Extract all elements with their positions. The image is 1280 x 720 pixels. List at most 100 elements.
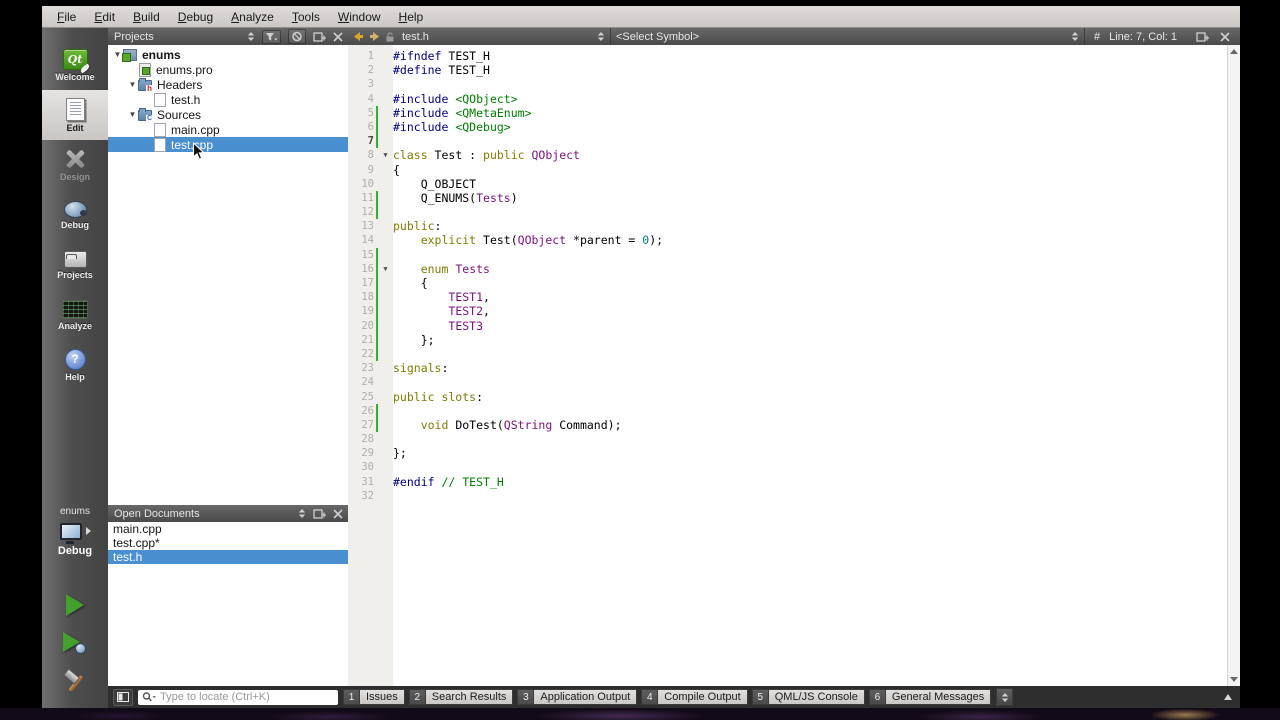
menu-item-window[interactable]: Window	[329, 8, 390, 26]
projects-panel-title[interactable]: Projects	[113, 31, 240, 43]
output-pane-button-general-messages[interactable]: 6 General Messages	[868, 689, 992, 705]
mode-label-help: Help	[65, 371, 85, 382]
build-hammer-icon[interactable]	[62, 670, 88, 694]
tree-row-main-cpp[interactable]: main.cpp	[108, 122, 348, 137]
menu-item-help[interactable]: Help	[390, 8, 433, 26]
navigation-column: Projects ▼enumsenums.pro▼Headerstest.h▼S…	[108, 28, 349, 686]
filter-icon[interactable]	[262, 29, 281, 44]
code-text: class Test : public QObject	[393, 148, 580, 163]
expander-icon[interactable]: ▼	[127, 110, 138, 119]
locator[interactable]	[138, 689, 338, 705]
mode-welcome[interactable]: Qt Welcome	[42, 40, 108, 90]
output-pane-combo-icon[interactable]	[996, 688, 1014, 706]
mode-analyze[interactable]: Analyze	[42, 290, 108, 340]
mode-help[interactable]: ? Help	[42, 340, 108, 390]
split-icon[interactable]	[313, 31, 326, 42]
output-pane-button-application-output[interactable]: 3 Application Output	[517, 689, 638, 705]
output-pane-button-issues[interactable]: 1 Issues	[343, 689, 405, 705]
mode-design[interactable]: Design	[42, 140, 108, 190]
menu-item-analyze[interactable]: Analyze	[222, 8, 283, 26]
combo-arrows-icon[interactable]	[298, 508, 306, 519]
open-doc-main-cpp[interactable]: main.cpp	[108, 522, 348, 536]
code-line: 30	[348, 460, 1228, 474]
scroll-down-icon[interactable]	[1230, 677, 1238, 682]
code-line: 5 #include <QMetaEnum>	[348, 105, 1228, 120]
back-icon[interactable]	[353, 31, 364, 42]
computer-icon	[59, 522, 82, 544]
output-pane-button-compile-output[interactable]: 4 Compile Output	[641, 689, 748, 705]
line-number: 14	[361, 234, 374, 247]
code-line: 28	[348, 432, 1228, 446]
menu-item-tools[interactable]: Tools	[283, 8, 329, 26]
combo-arrows-icon[interactable]	[597, 31, 605, 42]
combo-arrows-icon[interactable]	[1071, 31, 1079, 42]
line-number: 27	[361, 418, 374, 431]
line-number: 11	[361, 191, 374, 204]
line-number: 29	[361, 447, 374, 460]
code-text: TEST1,	[448, 290, 490, 305]
menu-item-edit[interactable]: Edit	[85, 8, 124, 26]
tree-row-enums-pro[interactable]: enums.pro	[108, 62, 348, 77]
code-text: #include <QObject>	[393, 91, 518, 106]
code-line: 13 public:	[348, 219, 1228, 233]
mode-edit[interactable]: Edit	[42, 90, 108, 140]
split-icon[interactable]	[313, 508, 326, 519]
split-icon[interactable]	[1196, 31, 1209, 42]
tree-row-test-cpp[interactable]: test.cpp	[108, 137, 348, 152]
output-pane-button-qml-js-console[interactable]: 5 QML/JS Console	[751, 689, 865, 705]
tree-row-test-h[interactable]: test.h	[108, 92, 348, 107]
projects-panel-header: Projects	[108, 28, 348, 46]
debug-play-icon[interactable]	[63, 632, 87, 654]
mode-debug[interactable]: Debug	[42, 190, 108, 240]
code-line: 22	[348, 346, 1228, 362]
tree-row-Headers[interactable]: ▼ Headers	[108, 77, 348, 93]
symbol-count-icon[interactable]: #	[1094, 31, 1100, 43]
screenshot-root: { "menu_bar": {"items": ["File", "Edit",…	[0, 0, 1280, 720]
fold-marker-icon[interactable]: ▼	[378, 148, 393, 162]
code-line: 20 TEST3	[348, 318, 1228, 333]
open-doc-test-cpp-[interactable]: test.cpp*	[108, 536, 348, 550]
code-text: #ifndef TEST_H	[393, 49, 490, 63]
tree-row-enums[interactable]: ▼ enums	[108, 47, 348, 62]
pane-label: Compile Output	[657, 689, 748, 705]
combo-arrows-icon[interactable]	[247, 31, 255, 42]
close-icon[interactable]	[333, 31, 343, 42]
scroll-up-icon[interactable]	[1230, 49, 1238, 54]
line-number: 2	[367, 64, 374, 77]
pane-number-badge: 6	[868, 689, 885, 705]
output-pane-button-search-results[interactable]: 2 Search Results	[408, 689, 514, 705]
mode-sidebar: Qt Welcome Edit Design Debug Projects Analyze?…	[42, 28, 108, 708]
menu-item-debug[interactable]: Debug	[169, 8, 222, 26]
pane-label: Application Output	[533, 689, 638, 705]
editor-scrollbar[interactable]	[1227, 45, 1240, 686]
menu-item-build[interactable]: Build	[124, 8, 169, 26]
pane-number-badge: 2	[408, 689, 425, 705]
symbol-selector[interactable]: <Select Symbol>	[610, 28, 1084, 45]
code-line: 1 #ifndef TEST_H	[348, 49, 1228, 63]
expander-icon[interactable]: ▼	[127, 80, 138, 89]
locator-input[interactable]	[158, 690, 334, 704]
open-doc-test-h[interactable]: test.h	[108, 550, 348, 564]
close-icon[interactable]	[1220, 31, 1230, 42]
mode-projects[interactable]: Projects	[42, 240, 108, 290]
sync-icon[interactable]	[288, 29, 306, 44]
code-editor[interactable]: 1 #ifndef TEST_H 2 #define TEST_H 3 4 #include…	[348, 45, 1228, 686]
code-line: 21 };	[348, 332, 1228, 347]
menu-item-file[interactable]: File	[48, 8, 85, 26]
magnifier-icon[interactable]	[142, 691, 156, 703]
document-selector[interactable]: test.h	[348, 28, 610, 45]
forward-icon[interactable]	[369, 31, 380, 42]
target-selector[interactable]: enums Debug	[42, 506, 108, 557]
open-documents-title[interactable]: Open Documents	[113, 508, 291, 520]
close-icon[interactable]	[333, 508, 343, 519]
fold-marker-icon[interactable]: ▼	[378, 262, 393, 276]
tree-row-Sources[interactable]: ▼ Sources	[108, 107, 348, 123]
sidebar-toggle-icon[interactable]	[113, 688, 133, 706]
mode-label-design: Design	[59, 172, 90, 182]
run-play-icon[interactable]	[66, 594, 84, 616]
maximize-output-pane-icon[interactable]	[1224, 694, 1232, 700]
